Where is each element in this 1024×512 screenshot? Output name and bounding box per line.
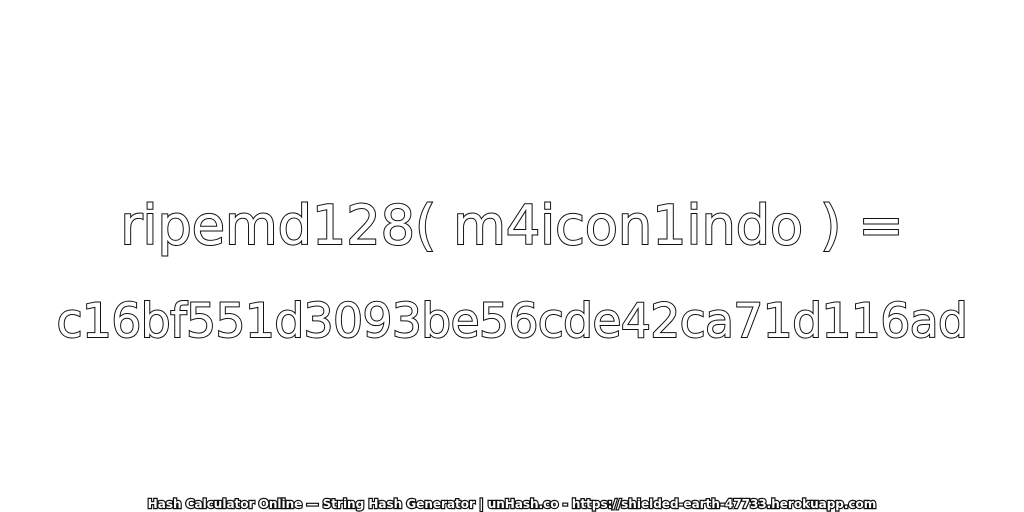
footer-caption: Hash Calculator Online — String Hash Gen…: [146, 496, 877, 512]
hash-result-card: ripemd128( m4icon1indo ) = c16bf551d3093…: [0, 0, 1024, 512]
hash-expression: ripemd128( m4icon1indo ) =: [119, 193, 904, 258]
hash-output: c16bf551d3093be56cde42ca71d116ad: [56, 293, 969, 350]
